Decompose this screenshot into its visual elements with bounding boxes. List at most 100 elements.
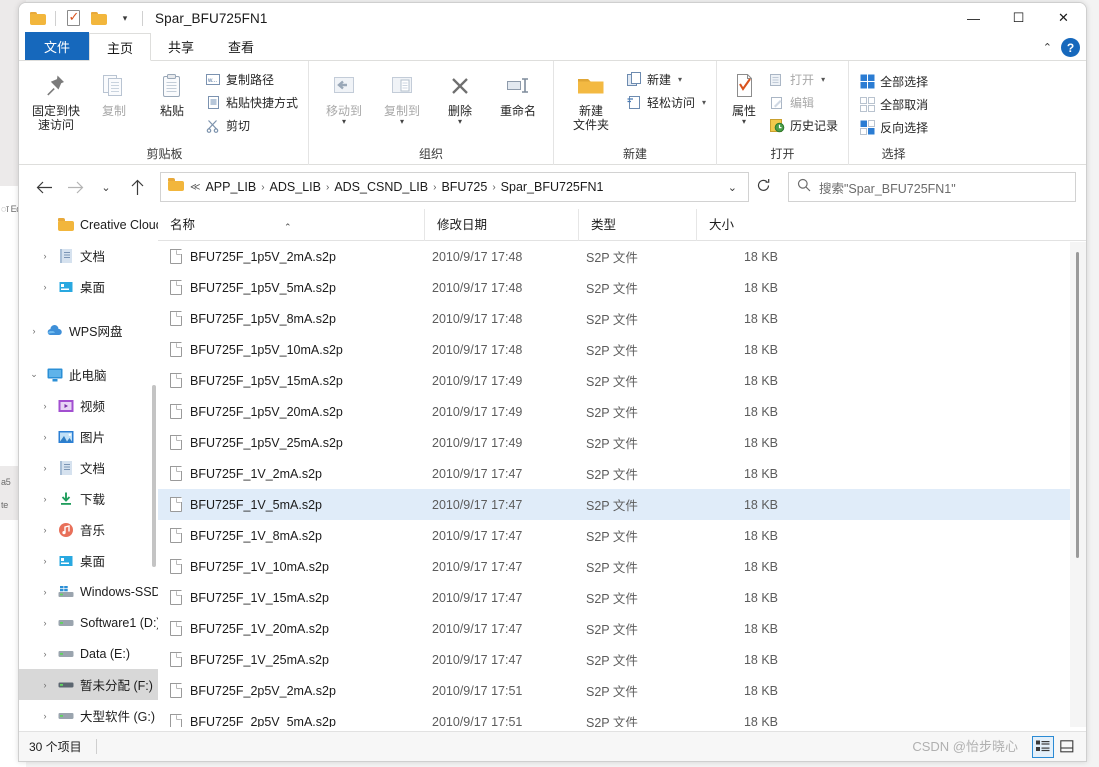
rename-button[interactable]: 重命名 bbox=[489, 65, 547, 118]
copy-to-caret-icon[interactable]: ▾ bbox=[400, 118, 404, 126]
new-item-button[interactable]: 新建 ▾ bbox=[622, 69, 710, 90]
search-box[interactable]: 搜索"Spar_BFU725FN1" bbox=[788, 172, 1076, 202]
maximize-button[interactable]: ☐ bbox=[996, 3, 1041, 33]
up-button[interactable] bbox=[122, 172, 152, 202]
open-caret-icon[interactable]: ▾ bbox=[821, 75, 825, 84]
sidebar-item-wps-cloud[interactable]: › WPS网盘 bbox=[19, 315, 158, 346]
sidebar-item-software1-d[interactable]: › Software1 (D:) bbox=[19, 607, 159, 638]
breadcrumb-dropdown-icon[interactable]: ⌄ bbox=[721, 181, 744, 194]
qat-properties-icon[interactable] bbox=[60, 5, 86, 31]
select-none-button[interactable]: 全部取消 bbox=[855, 94, 932, 115]
back-button[interactable] bbox=[29, 172, 59, 202]
qat-customize-dropdown[interactable]: ▾ bbox=[112, 5, 138, 31]
table-row[interactable]: BFU725F_1p5V_5mA.s2p 2010/9/17 17:48 S2P… bbox=[158, 272, 1086, 303]
table-row[interactable]: BFU725F_1V_8mA.s2p 2010/9/17 17:47 S2P 文… bbox=[158, 520, 1086, 551]
column-header-date[interactable]: 修改日期 bbox=[424, 209, 578, 241]
move-to-caret-icon[interactable]: ▾ bbox=[342, 118, 346, 126]
expander-icon[interactable]: › bbox=[35, 463, 55, 473]
new-folder-button[interactable]: 新建 文件夹 bbox=[560, 65, 622, 132]
sidebar-item-documents[interactable]: › 文档 bbox=[19, 452, 158, 483]
paste-button[interactable]: 粘贴 bbox=[143, 65, 201, 118]
minimize-button[interactable]: — bbox=[951, 3, 996, 33]
expander-icon[interactable]: › bbox=[35, 587, 55, 597]
table-row[interactable]: BFU725F_1p5V_10mA.s2p 2010/9/17 17:48 S2… bbox=[158, 334, 1086, 365]
details-view-button[interactable] bbox=[1032, 735, 1054, 758]
sidebar-item-downloads[interactable]: › 下载 bbox=[19, 483, 158, 514]
table-row[interactable]: BFU725F_2p5V_2mA.s2p 2010/9/17 17:51 S2P… bbox=[158, 675, 1086, 706]
expander-icon[interactable]: › bbox=[35, 401, 55, 411]
breadcrumb-item-2[interactable]: ADS_CSND_LIB bbox=[330, 178, 432, 196]
move-to-button[interactable]: 移动到 ▾ bbox=[315, 65, 373, 126]
table-row[interactable]: BFU725F_1V_25mA.s2p 2010/9/17 17:47 S2P … bbox=[158, 644, 1086, 675]
navigation-pane[interactable]: Creative Cloud Fi › 文档 › 桌面 bbox=[19, 209, 158, 727]
table-row[interactable]: BFU725F_1p5V_8mA.s2p 2010/9/17 17:48 S2P… bbox=[158, 303, 1086, 334]
tab-view[interactable]: 查看 bbox=[211, 32, 271, 60]
breadcrumb-item-3[interactable]: BFU725 bbox=[437, 178, 491, 196]
invert-selection-button[interactable]: 反向选择 bbox=[855, 117, 932, 138]
expander-icon[interactable]: › bbox=[35, 711, 55, 721]
table-row[interactable]: BFU725F_1p5V_15mA.s2p 2010/9/17 17:49 S2… bbox=[158, 365, 1086, 396]
expander-icon[interactable]: › bbox=[35, 282, 55, 292]
sidebar-item-desktop-quick[interactable]: › 桌面 bbox=[19, 271, 158, 302]
expander-icon[interactable]: › bbox=[24, 326, 44, 336]
table-row[interactable]: BFU725F_1V_15mA.s2p 2010/9/17 17:47 S2P … bbox=[158, 582, 1086, 613]
expander-icon[interactable]: › bbox=[35, 251, 55, 261]
search-input[interactable]: 搜索"Spar_BFU725FN1" bbox=[819, 178, 956, 197]
column-header-type[interactable]: 类型 bbox=[578, 209, 696, 241]
paste-shortcut-button[interactable]: 粘贴快捷方式 bbox=[201, 92, 302, 113]
tab-file[interactable]: 文件 bbox=[25, 32, 90, 60]
history-button[interactable]: 历史记录 bbox=[765, 115, 842, 136]
large-icons-view-button[interactable] bbox=[1056, 736, 1078, 758]
pin-to-quick-access-button[interactable]: 固定到快 速访问 bbox=[27, 65, 85, 132]
sidebar-item-music[interactable]: › 音乐 bbox=[19, 514, 158, 545]
expander-icon[interactable]: › bbox=[35, 494, 55, 504]
copy-button[interactable]: 复制 bbox=[85, 65, 143, 118]
edit-button[interactable]: 编辑 bbox=[765, 92, 842, 113]
sidebar-item-windows-ssd[interactable]: › Windows-SSD bbox=[19, 576, 159, 607]
copy-path-button[interactable]: w... 复制路径 bbox=[201, 69, 302, 90]
qat-new-folder-icon[interactable] bbox=[86, 5, 112, 31]
table-row[interactable]: BFU725F_1V_2mA.s2p 2010/9/17 17:47 S2P 文… bbox=[158, 458, 1086, 489]
expander-icon[interactable]: ⌄ bbox=[24, 369, 44, 380]
table-row[interactable]: BFU725F_1V_10mA.s2p 2010/9/17 17:47 S2P … bbox=[158, 551, 1086, 582]
expander-icon[interactable]: › bbox=[35, 680, 55, 690]
refresh-button[interactable] bbox=[750, 178, 777, 196]
breadcrumb-item-4[interactable]: Spar_BFU725FN1 bbox=[497, 178, 608, 196]
sidebar-item-documents-quick[interactable]: › 文档 bbox=[19, 240, 158, 271]
sidebar-item-videos[interactable]: › 视频 bbox=[19, 390, 158, 421]
table-row[interactable]: BFU725F_1p5V_25mA.s2p 2010/9/17 17:49 S2… bbox=[158, 427, 1086, 458]
breadcrumb-item-0[interactable]: APP_LIB bbox=[201, 178, 260, 196]
sidebar-scrollbar-thumb[interactable] bbox=[152, 385, 156, 567]
table-row[interactable]: BFU725F_2p5V_5mA.s2p 2010/9/17 17:51 S2P… bbox=[158, 706, 1086, 727]
easy-access-button[interactable]: 轻松访问 ▾ bbox=[622, 92, 710, 113]
forward-button[interactable] bbox=[60, 172, 90, 202]
table-row[interactable]: BFU725F_1V_5mA.s2p 2010/9/17 17:47 S2P 文… bbox=[158, 489, 1086, 520]
recent-locations-button[interactable]: ⌄ bbox=[91, 172, 121, 202]
column-header-name[interactable]: 名称 ⌃ bbox=[158, 209, 424, 241]
table-row[interactable]: BFU725F_1V_20mA.s2p 2010/9/17 17:47 S2P … bbox=[158, 613, 1086, 644]
sidebar-item-data-e[interactable]: › Data (E:) bbox=[19, 638, 158, 669]
delete-button[interactable]: 删除 ▾ bbox=[431, 65, 489, 126]
breadcrumb-bar[interactable]: ≪ APP_LIB › ADS_LIB › ADS_CSND_LIB › BFU… bbox=[160, 172, 749, 202]
select-all-button[interactable]: 全部选择 bbox=[855, 71, 932, 92]
help-button[interactable]: ? bbox=[1061, 38, 1080, 57]
breadcrumb-item-1[interactable]: ADS_LIB bbox=[266, 178, 325, 196]
tab-home[interactable]: 主页 bbox=[89, 33, 152, 61]
sidebar-item-creative-cloud[interactable]: Creative Cloud Fi bbox=[19, 209, 158, 240]
column-header-size[interactable]: 大小 bbox=[696, 209, 780, 241]
sidebar-item-pictures[interactable]: › 图片 bbox=[19, 421, 158, 452]
expander-icon[interactable]: › bbox=[35, 649, 55, 659]
table-row[interactable]: BFU725F_1p5V_2mA.s2p 2010/9/17 17:48 S2P… bbox=[158, 241, 1086, 272]
new-item-caret-icon[interactable]: ▾ bbox=[678, 75, 682, 84]
file-list-scrollbar-thumb[interactable] bbox=[1076, 252, 1079, 558]
table-row[interactable]: BFU725F_1p5V_20mA.s2p 2010/9/17 17:49 S2… bbox=[158, 396, 1086, 427]
file-list-pane[interactable]: 名称 ⌃ 修改日期 类型 大小 BFU725F_1p5V_2mA.s2p 201… bbox=[158, 209, 1086, 727]
breadcrumb-overflow[interactable]: ≪ bbox=[189, 182, 201, 193]
collapse-ribbon-icon[interactable]: ⌃ bbox=[1043, 41, 1052, 54]
expander-icon[interactable]: › bbox=[35, 432, 55, 442]
expander-icon[interactable]: › bbox=[35, 556, 55, 566]
sidebar-item-unallocated-f[interactable]: › 暂未分配 (F:) bbox=[19, 669, 158, 700]
properties-button[interactable]: 属性 ▾ bbox=[723, 65, 765, 126]
delete-caret-icon[interactable]: ▾ bbox=[458, 118, 462, 126]
open-button[interactable]: 打开 ▾ bbox=[765, 69, 842, 90]
